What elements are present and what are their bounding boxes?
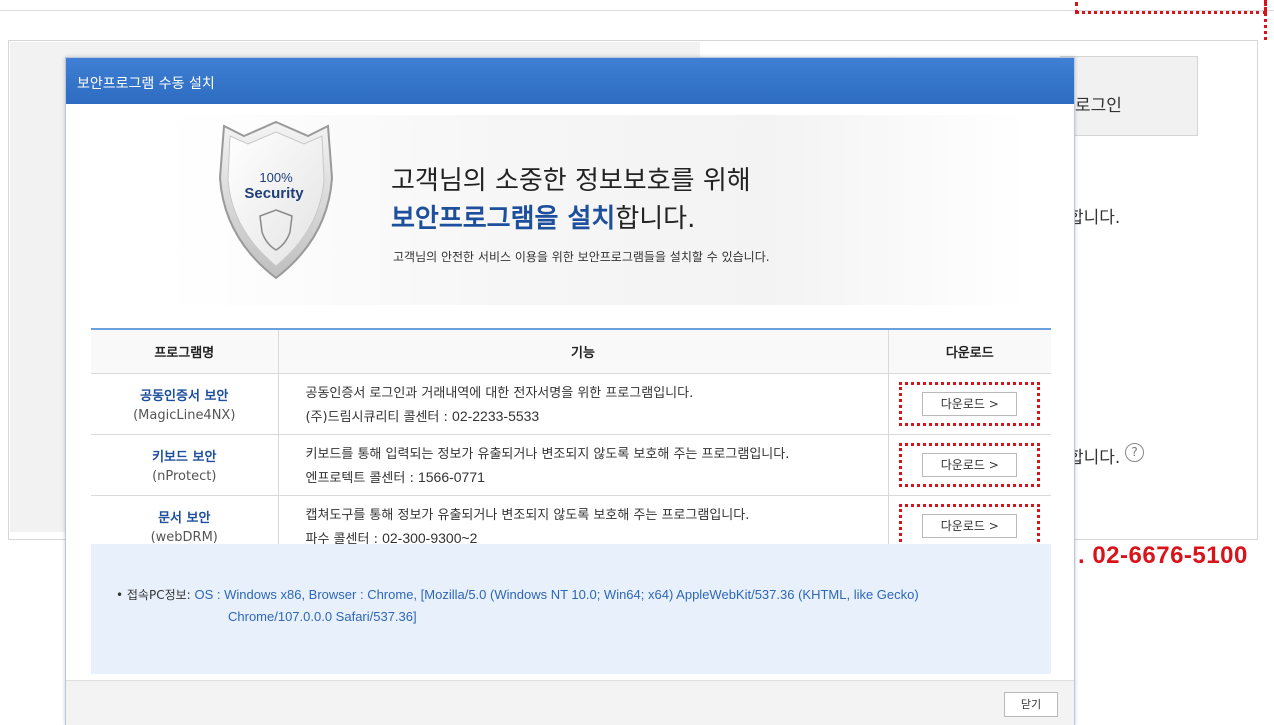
help-icon[interactable]: ? xyxy=(1125,443,1144,462)
download-cell: 다운로드 > xyxy=(888,434,1051,496)
column-header-function: 기능 xyxy=(278,329,889,374)
program-description: 캡쳐도구를 통해 정보가 유출되거나 변조되지 않도록 보호해 주는 프로그램입… xyxy=(305,508,750,523)
contact-number: 1566-0771 xyxy=(417,469,485,485)
program-description: 키보드를 통해 입력되는 정보가 유출되거나 변조되지 않도록 보호해 주는 프… xyxy=(305,447,790,462)
hero-subtitle: 고객님의 안전한 서비스 이용을 위한 보안프로그램들을 설치할 수 있습니다. xyxy=(393,250,770,264)
background-text: 합니다. xyxy=(1068,208,1121,228)
download-button-magicline[interactable]: 다운로드 > xyxy=(922,391,1018,416)
program-module: (nProtect) xyxy=(152,468,217,484)
download-button-webdrm[interactable]: 다운로드 > xyxy=(922,513,1018,538)
hero-headline-2: 보안프로그램을 설치합니다. xyxy=(391,198,695,235)
program-module: (webDRM) xyxy=(150,529,218,545)
close-button[interactable]: 닫기 xyxy=(1004,692,1058,717)
pc-info-value: OS : Windows x86, Browser : Chrome, [Moz… xyxy=(194,587,919,602)
contact-label: 엔프로텍트 콜센터 : xyxy=(305,471,418,486)
program-contact: 엔프로텍트 콜센터 : 1566-0771 xyxy=(306,467,888,486)
column-header-name: 프로그램명 xyxy=(91,329,279,374)
security-install-modal: 보안프로그램 수동 설치 100% Security 고객님의 소중한 정보보호… xyxy=(65,57,1075,725)
modal-title: 보안프로그램 수동 설치 xyxy=(66,58,1074,104)
contact-label: (주)드림시큐리티 콜센터 : xyxy=(305,410,453,425)
download-highlight: 다운로드 > xyxy=(899,442,1041,487)
highlight-box xyxy=(1075,2,1267,14)
hero-accent: 보안프로그램을 설치 xyxy=(391,204,616,234)
shield-percent: 100% xyxy=(259,170,293,185)
pc-info-box: • 접속PC정보: OS : Windows x86, Browser : Ch… xyxy=(91,544,1051,674)
program-description: 공동인증서 로그인과 거래내역에 대한 전자서명을 위한 프로그램입니다. xyxy=(305,386,694,401)
program-function-cell: 키보드를 통해 입력되는 정보가 유출되거나 변조되지 않도록 보호해 주는 프… xyxy=(278,434,889,496)
shield-word: Security xyxy=(244,185,304,202)
program-function-cell: 공동인증서 로그인과 거래내역에 대한 전자서명을 위한 프로그램입니다. (주… xyxy=(278,373,889,435)
highlight-box-edge xyxy=(1250,0,1267,40)
login-button[interactable]: 로그인 xyxy=(1060,56,1198,136)
download-cell: 다운로드 > xyxy=(888,373,1051,435)
pc-info-value-cont: Chrome/107.0.0.0 Safari/537.36] xyxy=(228,609,417,624)
pc-info-label: • 접속PC정보: xyxy=(116,588,195,602)
hero-headline: 고객님의 소중한 정보보호를 위해 xyxy=(391,166,751,196)
program-table: 프로그램명 기능 다운로드 공동인증서 보안 (MagicLine4NX) 공동… xyxy=(91,328,1051,557)
table-row: 키보드 보안 (nProtect) 키보드를 통해 입력되는 정보가 유출되거나… xyxy=(91,434,1051,496)
program-module: (MagicLine4NX) xyxy=(133,407,236,423)
background-text: 합니다. xyxy=(1068,448,1121,468)
phone-number: . 02-6676-5100 xyxy=(1078,542,1248,569)
column-header-download: 다운로드 xyxy=(888,329,1051,374)
program-name: 공동인증서 보안 xyxy=(140,388,229,404)
table-row: 공동인증서 보안 (MagicLine4NX) 공동인증서 로그인과 거래내역에… xyxy=(91,373,1051,435)
program-name-cell: 공동인증서 보안 (MagicLine4NX) xyxy=(91,373,279,435)
security-shield-icon: 100% Security xyxy=(218,120,334,280)
download-highlight: 다운로드 > xyxy=(899,381,1041,426)
program-name-cell: 키보드 보안 (nProtect) xyxy=(91,434,279,496)
contact-number: 02-2233-5533 xyxy=(452,408,540,424)
modal-footer: 닫기 xyxy=(66,680,1074,725)
program-name: 키보드 보안 xyxy=(152,449,217,465)
download-button-nprotect[interactable]: 다운로드 > xyxy=(922,452,1018,477)
download-highlight: 다운로드 > xyxy=(899,503,1041,548)
program-contact: (주)드림시큐리티 콜센터 : 02-2233-5533 xyxy=(306,406,888,425)
hero-rest: 합니다. xyxy=(615,204,696,234)
program-name: 문서 보안 xyxy=(158,510,211,526)
